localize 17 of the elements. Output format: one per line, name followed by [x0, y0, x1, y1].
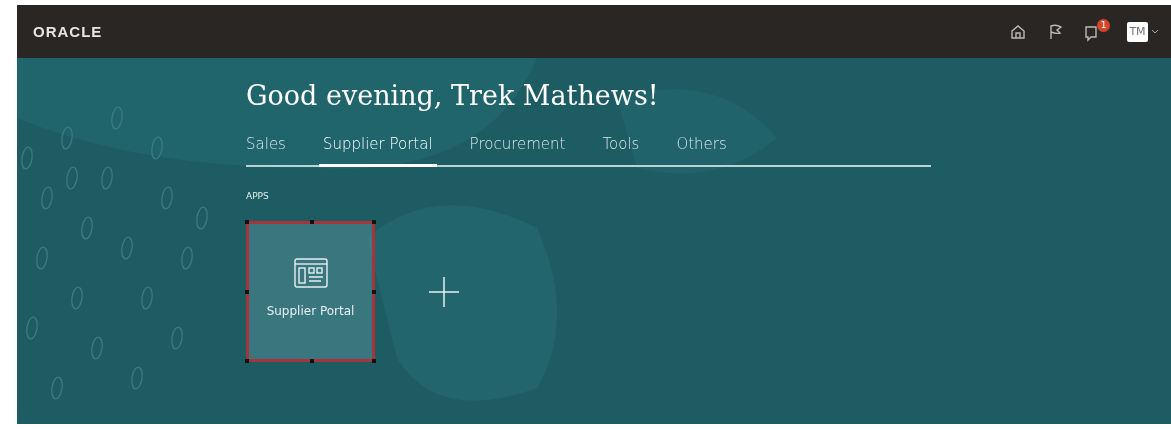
notification-badge: 1 — [1097, 18, 1110, 32]
tab[interactable]: Others — [676, 129, 727, 167]
caret-icon[interactable] — [1151, 28, 1159, 35]
add-icon[interactable] — [429, 276, 459, 307]
home-icon[interactable] — [1009, 22, 1027, 41]
oracle-logo[interactable]: ORACLE — [33, 23, 103, 40]
tab[interactable]: Supplier Portal — [318, 129, 437, 167]
tab[interactable]: Procurement — [469, 129, 566, 167]
user-avatar[interactable]: TM — [1127, 21, 1148, 42]
greeting-heading: Good evening, Trek Mathews! — [246, 80, 660, 111]
notification-icon[interactable] — [1085, 25, 1097, 42]
portal-icon — [293, 258, 328, 288]
tab[interactable]: Tools — [602, 129, 640, 167]
app-tile[interactable]: Supplier Portal — [246, 221, 375, 362]
tab[interactable]: Sales — [246, 129, 286, 167]
section-heading: APPS — [246, 191, 270, 201]
flag-icon[interactable] — [1047, 22, 1065, 41]
